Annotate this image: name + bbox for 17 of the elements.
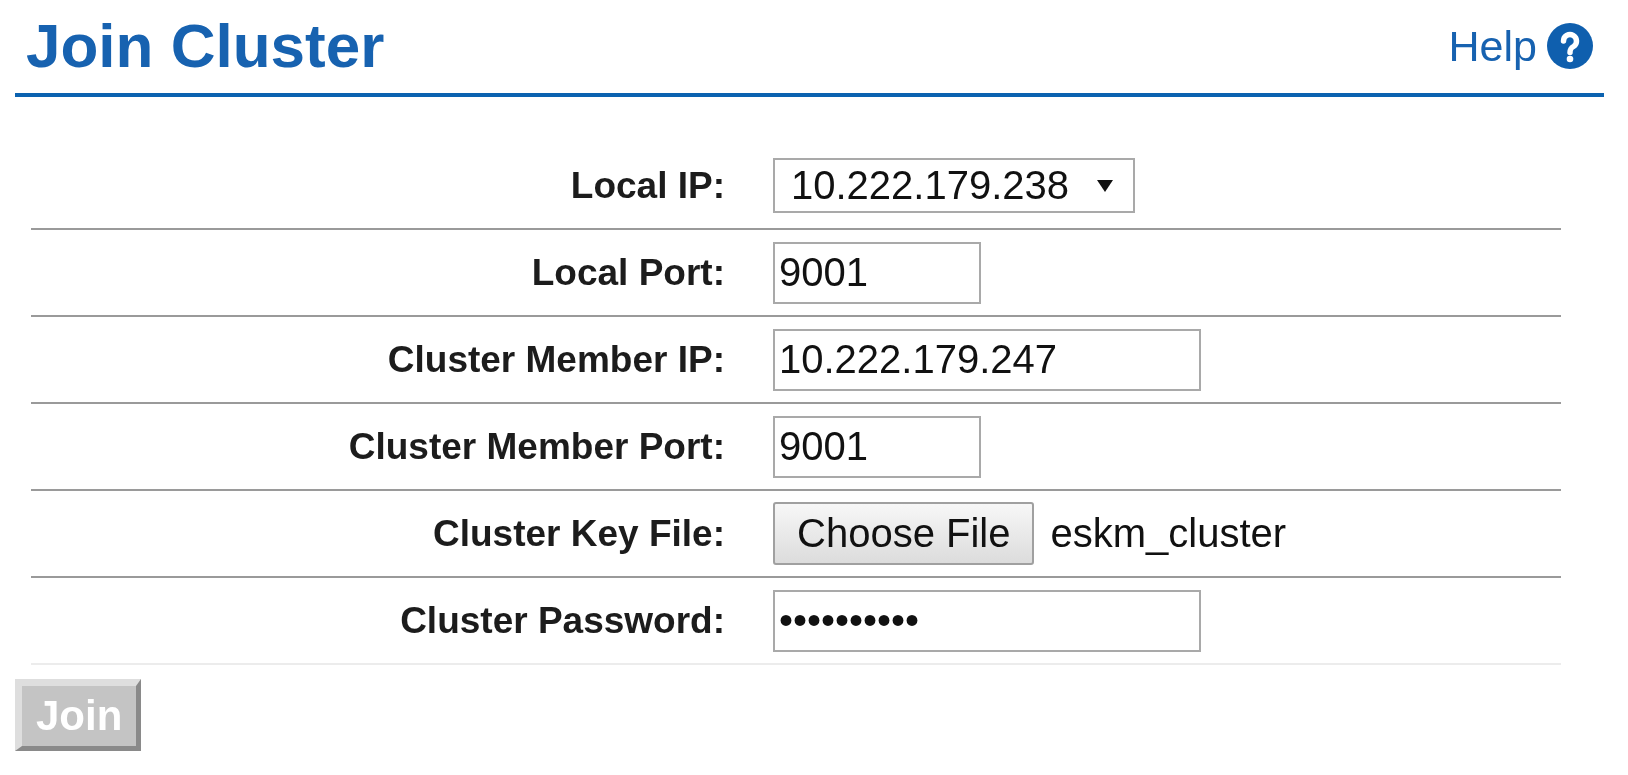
field-label: Local IP: <box>569 164 726 207</box>
field-label: Cluster Member Port: <box>347 425 726 468</box>
input-field[interactable]: 9001 <box>773 415 981 478</box>
select-field[interactable]: 10.222.179.238 <box>773 158 1136 213</box>
help-icon <box>1547 23 1593 69</box>
password-field[interactable]: •••••••••• <box>773 589 1201 652</box>
caret-icon <box>1097 179 1114 192</box>
choose-file-button[interactable]: Choose File <box>773 502 1035 565</box>
field-label: Local Port: <box>530 251 726 294</box>
field-label: Cluster Member IP: <box>386 338 726 381</box>
page-title: Join Cluster <box>26 15 385 77</box>
file-name: eskm_cluster <box>1050 511 1287 556</box>
field-label: Cluster Password: <box>399 599 726 642</box>
field-label: Cluster Key File: <box>432 512 726 555</box>
input-field[interactable]: 10.222.179.247 <box>773 328 1201 391</box>
help-link[interactable]: Help <box>1448 23 1593 69</box>
input-field[interactable]: 9001 <box>773 241 981 304</box>
